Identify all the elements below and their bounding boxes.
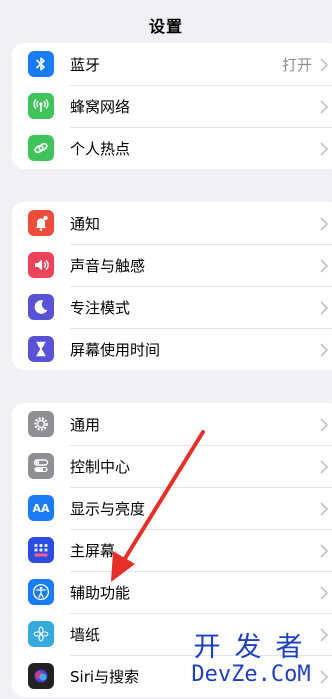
row-label: 墙纸 (70, 625, 101, 644)
row-label: 专注模式 (70, 298, 131, 317)
row-label: 蓝牙 (70, 55, 101, 74)
chevron-right-icon (320, 99, 329, 114)
row-focus[interactable]: 专注模式 (12, 286, 332, 328)
row-label: 通用 (70, 415, 101, 434)
row-sounds[interactable]: 声音与触感 (12, 244, 332, 286)
page-title: 设置 (148, 17, 183, 36)
speaker-icon (28, 252, 54, 278)
hotspot-link-icon (28, 135, 54, 161)
gear-icon (28, 411, 54, 437)
row-label: 主屏幕 (70, 541, 116, 560)
accessibility-icon (28, 579, 54, 605)
app-grid-icon (28, 537, 54, 563)
chevron-right-icon (320, 216, 329, 231)
bluetooth-icon (28, 51, 54, 77)
chevron-right-icon (320, 585, 329, 600)
chevron-right-icon (320, 342, 329, 357)
row-general[interactable]: 通用 (12, 403, 332, 445)
row-accessibility[interactable]: 辅助功能 (12, 571, 332, 613)
general-group: 通用 控制中心 AA 显示与亮度 主屏幕 辅助功能 墙纸 Siri与搜索 (12, 403, 332, 697)
row-label: 辅助功能 (70, 583, 131, 602)
row-label: Siri与搜索 (70, 667, 140, 686)
row-hotspot[interactable]: 个人热点 (12, 127, 332, 169)
notifications-group: 通知 声音与触感 专注模式 屏幕使用时间 (12, 202, 332, 370)
bell-icon (28, 210, 54, 236)
row-screen-time[interactable]: 屏幕使用时间 (12, 328, 332, 370)
chevron-right-icon (320, 501, 329, 516)
chevron-right-icon (320, 669, 329, 684)
row-cellular[interactable]: 蜂窝网络 (12, 85, 332, 127)
chevron-right-icon (320, 258, 329, 273)
moon-icon (28, 294, 54, 320)
antenna-icon (28, 93, 54, 119)
bluetooth-status: 打开 (281, 55, 312, 74)
row-notifications[interactable]: 通知 (12, 202, 332, 244)
connectivity-group: 蓝牙 打开 蜂窝网络 个人热点 (12, 43, 332, 169)
chevron-right-icon (320, 141, 329, 156)
chevron-right-icon (320, 543, 329, 558)
toggles-icon (28, 453, 54, 479)
chevron-right-icon (320, 627, 329, 642)
siri-icon (28, 663, 54, 689)
row-label: 控制中心 (70, 457, 131, 476)
flower-icon (28, 621, 54, 647)
row-label: 蜂窝网络 (70, 97, 131, 116)
row-display[interactable]: AA 显示与亮度 (12, 487, 332, 529)
chevron-right-icon (320, 300, 329, 315)
chevron-right-icon (320, 57, 329, 72)
chevron-right-icon (320, 417, 329, 432)
row-home-screen[interactable]: 主屏幕 (12, 529, 332, 571)
row-bluetooth[interactable]: 蓝牙 打开 (12, 43, 332, 85)
row-control-center[interactable]: 控制中心 (12, 445, 332, 487)
row-label: 声音与触感 (70, 256, 146, 275)
hourglass-icon (28, 336, 54, 362)
row-siri[interactable]: Siri与搜索 (12, 655, 332, 697)
chevron-right-icon (320, 459, 329, 474)
row-wallpaper[interactable]: 墙纸 (12, 613, 332, 655)
row-label: 个人热点 (70, 139, 131, 158)
row-label: 通知 (70, 214, 101, 233)
row-label: 显示与亮度 (70, 499, 146, 518)
row-label: 屏幕使用时间 (70, 340, 161, 359)
text-size-icon: AA (28, 495, 54, 521)
